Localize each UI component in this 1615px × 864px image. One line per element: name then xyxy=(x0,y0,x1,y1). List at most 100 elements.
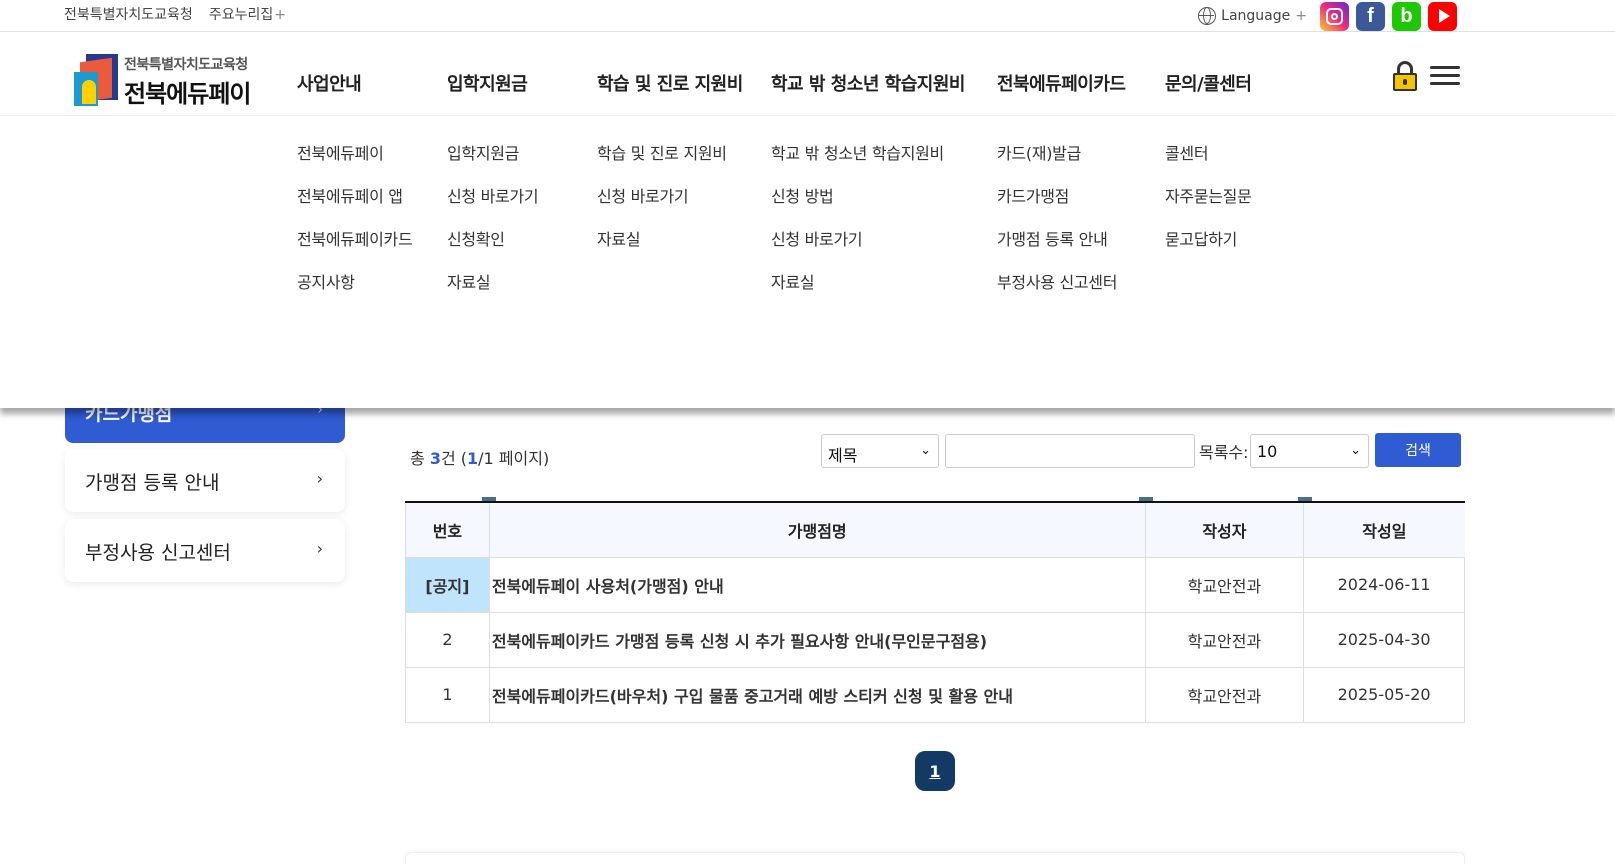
total-count: 총 3건 (1/1 페이지) xyxy=(410,445,549,469)
row-date: 2025-04-30 xyxy=(1303,612,1465,668)
column-header-author: 작성자 xyxy=(1144,502,1304,558)
gnb-item-admission[interactable]: 입학지원금 xyxy=(447,70,528,96)
plus-icon: + xyxy=(274,7,286,23)
chevron-down-icon: ⌄ xyxy=(920,443,931,458)
globe-icon xyxy=(1198,7,1217,25)
util-link-office[interactable]: 전북특별자치도교육청 xyxy=(64,4,193,24)
gnb-item-learning[interactable]: 학습 및 진로 지원비 xyxy=(597,70,743,96)
board-table: 번호 가맹점명 작성자 작성일 [공지] 전북에듀페이 사용처(가맹점) 안내 … xyxy=(405,501,1465,723)
row-date: 2024-06-11 xyxy=(1303,557,1465,613)
logo-subtitle: 전북특별자치도교육청 xyxy=(124,57,248,73)
mega-item[interactable]: 신청 바로가기 xyxy=(447,183,539,226)
mega-item[interactable]: 자료실 xyxy=(447,269,538,312)
column-header-title: 가맹점명 xyxy=(488,502,1146,558)
chevron-right-icon: › xyxy=(316,539,323,558)
bottom-panel xyxy=(405,852,1465,864)
plus-icon: + xyxy=(1295,8,1307,24)
table-row[interactable]: 2 전북에듀페이카드 가맹점 등록 신청 시 추가 필요사항 안내(무인문구점용… xyxy=(405,612,1465,668)
mega-col-card: 카드(재)발급 카드가맹점 가맹점 등록 안내 부정사용 신고센터 xyxy=(997,140,1117,312)
utility-bar: 전북특별자치도교육청 주요누리집+ Language + f b xyxy=(0,0,1615,32)
mega-item[interactable]: 입학지원금 xyxy=(447,140,538,183)
chevron-down-icon: ⌄ xyxy=(1350,443,1361,458)
mega-col-out-of-school: 학교 밖 청소년 학습지원비 신청 방법 신청 바로가기 자료실 xyxy=(771,140,944,312)
mega-col-admission: 입학지원금 신청 바로가기 신청확인 자료실 xyxy=(447,140,539,312)
mega-item[interactable]: 전북에듀페이 xyxy=(297,140,412,183)
hamburger-menu-icon[interactable] xyxy=(1430,66,1460,86)
row-author: 학교안전과 xyxy=(1144,557,1305,613)
row-date: 2025-05-20 xyxy=(1303,667,1465,723)
sidebar-item-register[interactable]: 가맹점 등록 안내 › xyxy=(65,449,345,512)
table-row[interactable]: 1 전북에듀페이카드(바우처) 구입 물품 중고거래 예방 스티커 신청 및 활… xyxy=(405,667,1465,723)
mega-col-contact: 콜센터 자주묻는질문 묻고답하기 xyxy=(1165,140,1252,269)
facebook-icon[interactable]: f xyxy=(1356,1,1385,31)
total-suffix: /1 페이지) xyxy=(478,449,550,468)
gnb-item-contact[interactable]: 문의/콜센터 xyxy=(1165,70,1252,96)
lock-icon[interactable] xyxy=(1393,61,1417,91)
page: 전북특별자치도교육청 주요누리집+ Language + f b 전북특별자치도… xyxy=(0,0,1615,864)
search-input[interactable] xyxy=(945,434,1195,468)
mega-col-business: 전북에듀페이 전북에듀페이 앱 전북에듀페이카드 공지사항 xyxy=(297,140,413,312)
mega-item[interactable]: 공지사항 xyxy=(297,269,412,312)
mega-item[interactable]: 학습 및 진로 지원비 xyxy=(597,140,727,183)
mega-col-learning: 학습 및 진로 지원비 신청 바로가기 자료실 xyxy=(597,140,727,269)
youtube-icon[interactable] xyxy=(1428,1,1457,31)
mega-item[interactable]: 학교 밖 청소년 학습지원비 xyxy=(771,140,944,183)
language-selector[interactable]: Language + xyxy=(1198,7,1307,25)
row-title-link[interactable]: 전북에듀페이 사용처(가맹점) 안내 xyxy=(488,557,1146,613)
mega-item[interactable]: 전북에듀페이 앱 xyxy=(297,183,412,226)
mega-item[interactable]: 전북에듀페이카드 xyxy=(297,226,413,269)
gnb-item-out-of-school[interactable]: 학교 밖 청소년 학습지원비 xyxy=(771,70,965,96)
total-number: 3 xyxy=(429,449,441,468)
mega-item[interactable]: 자료실 xyxy=(597,226,727,269)
row-author: 학교안전과 xyxy=(1144,612,1305,668)
mega-item[interactable]: 신청 바로가기 xyxy=(597,183,727,226)
sidebar-item-report[interactable]: 부정사용 신고센터 › xyxy=(65,519,345,582)
row-number: 1 xyxy=(405,667,490,723)
column-header-no: 번호 xyxy=(405,502,490,558)
mega-item[interactable]: 자주묻는질문 xyxy=(1165,183,1252,226)
row-title-link[interactable]: 전북에듀페이카드(바우처) 구입 물품 중고거래 예방 스티커 신청 및 활용 … xyxy=(488,667,1146,723)
gnb-item-card[interactable]: 전북에듀페이카드 xyxy=(997,70,1126,96)
total-prefix: 총 xyxy=(410,449,430,468)
util-link-sites-label: 주요누리집 xyxy=(208,7,274,23)
language-label: Language xyxy=(1221,8,1291,24)
table-header-row: 번호 가맹점명 작성자 작성일 xyxy=(405,502,1465,558)
sidebar-item-label: 부정사용 신고센터 xyxy=(85,542,231,564)
mega-item[interactable]: 카드가맹점 xyxy=(997,183,1117,226)
mega-item[interactable]: 카드(재)발급 xyxy=(997,140,1117,183)
row-number: 2 xyxy=(405,612,490,668)
gnb-item-business[interactable]: 사업안내 xyxy=(297,70,362,96)
mega-item[interactable]: 신청 바로가기 xyxy=(771,226,944,269)
mega-menu: 전북에듀페이 전북에듀페이 앱 전북에듀페이카드 공지사항 입학지원금 신청 바… xyxy=(0,116,1615,408)
header: 전북특별자치도교육청 전북에듀페이 사업안내 입학지원금 학습 및 진로 지원비… xyxy=(0,32,1615,116)
mega-item[interactable]: 자료실 xyxy=(771,269,944,312)
logo-mark-icon xyxy=(74,54,120,106)
search-field-select[interactable]: 제목 ⌄ xyxy=(821,434,939,468)
row-author: 학교안전과 xyxy=(1144,667,1305,723)
total-mid: 건 ( xyxy=(440,449,468,468)
row-title-link[interactable]: 전북에듀페이카드 가맹점 등록 신청 시 추가 필요사항 안내(무인문구점용) xyxy=(488,612,1146,668)
mega-item[interactable]: 신청 방법 xyxy=(771,183,944,226)
list-count-value: 10 xyxy=(1257,442,1278,461)
search-button[interactable]: 검색 xyxy=(1375,433,1461,467)
chevron-right-icon: › xyxy=(316,469,323,488)
mega-item[interactable]: 가맹점 등록 안내 xyxy=(997,226,1117,269)
blog-icon[interactable]: b xyxy=(1392,1,1421,31)
current-page-number: 1 xyxy=(467,449,479,468)
site-logo[interactable]: 전북특별자치도교육청 전북에듀페이 xyxy=(74,52,264,108)
list-count-label: 목록수: xyxy=(1199,443,1249,462)
instagram-icon[interactable] xyxy=(1320,1,1349,31)
mega-item[interactable]: 묻고답하기 xyxy=(1165,226,1252,269)
pagination-page-1[interactable]: 1 xyxy=(915,751,955,791)
mega-item[interactable]: 콜센터 xyxy=(1165,140,1252,183)
logo-title: 전북에듀페이 xyxy=(124,80,251,108)
mega-item[interactable]: 부정사용 신고센터 xyxy=(997,269,1117,312)
sidebar-item-label: 가맹점 등록 안내 xyxy=(85,472,220,494)
column-header-date: 작성일 xyxy=(1303,502,1465,558)
search-field-value: 제목 xyxy=(828,446,858,465)
mega-item[interactable]: 신청확인 xyxy=(447,226,538,269)
notice-badge: [공지] xyxy=(405,557,490,613)
list-count-select[interactable]: 10 ⌄ xyxy=(1250,434,1369,468)
util-link-sites[interactable]: 주요누리집+ xyxy=(209,4,286,24)
table-row[interactable]: [공지] 전북에듀페이 사용처(가맹점) 안내 학교안전과 2024-06-11 xyxy=(405,557,1465,613)
